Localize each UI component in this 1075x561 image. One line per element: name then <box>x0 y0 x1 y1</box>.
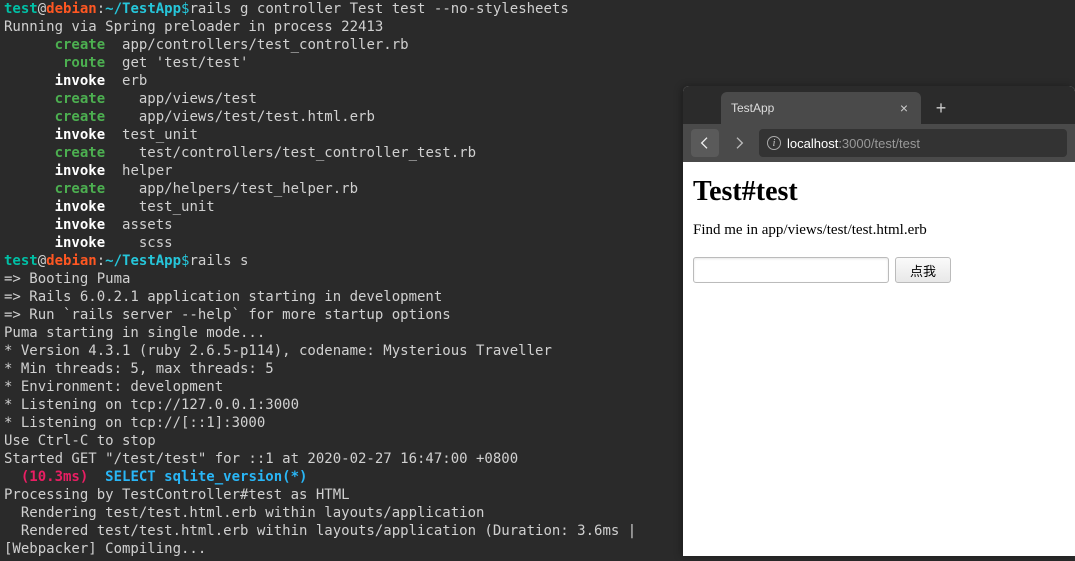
prompt-host: debian <box>46 1 97 17</box>
new-tab-button[interactable]: + <box>927 94 955 122</box>
url-hostname: localhost <box>787 136 838 151</box>
page-content: Test#test Find me in app/views/test/test… <box>683 162 1075 297</box>
query-timing: (10.3ms) <box>4 469 88 485</box>
prompt-user: test <box>4 1 38 17</box>
command-1: rails g controller Test test --no-styles… <box>189 1 568 17</box>
browser-window: TestApp × + i localhost:3000/test/test T… <box>683 86 1075 556</box>
page-paragraph: Find me in app/views/test/test.html.erb <box>693 222 1065 239</box>
nav-bar: i localhost:3000/test/test <box>683 124 1075 162</box>
output-line: Running via Spring preloader in process … <box>4 19 383 35</box>
arrow-right-icon <box>731 135 747 151</box>
command-2: rails s <box>189 253 248 269</box>
prompt-path: ~/TestApp <box>105 1 181 17</box>
info-icon[interactable]: i <box>767 136 781 150</box>
address-bar[interactable]: i localhost:3000/test/test <box>759 129 1067 157</box>
text-input[interactable] <box>693 257 889 283</box>
close-icon[interactable]: × <box>897 101 911 115</box>
tab-bar: TestApp × + <box>683 86 1075 124</box>
tab-title: TestApp <box>731 101 897 115</box>
submit-button[interactable]: 点我 <box>895 257 951 283</box>
arrow-left-icon <box>697 135 713 151</box>
page-heading: Test#test <box>693 176 1065 208</box>
browser-tab[interactable]: TestApp × <box>721 92 921 124</box>
forward-button <box>725 129 753 157</box>
sql-query: SELECT sqlite_version(*) <box>88 469 307 485</box>
back-button[interactable] <box>691 129 719 157</box>
